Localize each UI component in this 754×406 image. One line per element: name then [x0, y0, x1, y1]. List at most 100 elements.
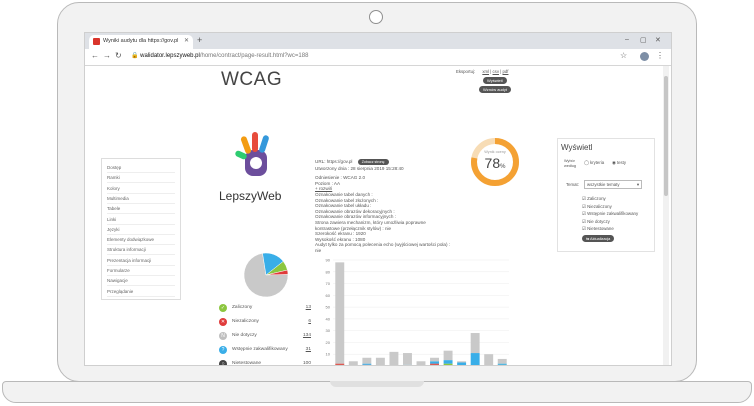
- menu-item[interactable]: Przeglądanie: [107, 287, 175, 297]
- menu-item[interactable]: Struktura informacji: [107, 245, 175, 256]
- score-label: Wynik oceny: [484, 150, 506, 154]
- legend-label: Wstępnie zakwalifikowany: [232, 347, 288, 352]
- export-bar: Eksportuj: xml | csv | pdf: [456, 69, 509, 74]
- menu-item[interactable]: Multimedia: [107, 194, 175, 204]
- status-checkbox[interactable]: ☑ Nietestowane: [582, 226, 638, 232]
- checkbox-label: Nie dotyczy: [587, 218, 610, 224]
- radio-tests-label: testy: [616, 160, 627, 165]
- chevron-down-icon: ▾: [636, 182, 639, 187]
- menu-item[interactable]: Języki: [107, 225, 175, 235]
- bar-segment: [430, 364, 440, 365]
- filter-panel: Wyświetl Wybór według ◯ kryteria ◉ testy…: [557, 138, 655, 252]
- export-pdf-link[interactable]: pdf: [502, 69, 508, 74]
- results-bar-chart: 0102030405060708090ObrazyRamkiKoloryMult…: [326, 258, 509, 365]
- criteria-menu: Dostęp Ramki Kolory Multimedia Tabele Linki Ję…: [101, 158, 181, 300]
- browser-tab[interactable]: Wyniki audytu dla https://gov.pl ✕: [89, 35, 193, 49]
- menu-kebab-icon[interactable]: ⋮: [656, 51, 664, 60]
- bar-segment: [402, 364, 412, 365]
- menu-item[interactable]: Elementy dodwiązkowe: [107, 235, 175, 246]
- legend-value[interactable]: 100: [303, 361, 311, 365]
- camera-icon: [369, 10, 383, 24]
- bar-segment: [457, 362, 467, 365]
- page-title: WCAG: [221, 69, 283, 90]
- info-line: Audyt tylko za pomocą polecenia echo (wy…: [315, 242, 451, 248]
- close-tab-icon[interactable]: ✕: [184, 37, 189, 44]
- status-checkbox[interactable]: ☑ Wstępnie zakwalifikowany: [582, 211, 638, 217]
- legend-row: ? Wstępnie zakwalifikowany 31: [219, 346, 311, 360]
- theme-select-value: wszystkie tematy: [587, 182, 620, 187]
- menu-item[interactable]: Dostęp: [107, 163, 175, 173]
- maximize-icon[interactable]: ▢: [640, 36, 647, 44]
- favicon-icon: [93, 38, 100, 45]
- bar-segment: [497, 363, 507, 365]
- y-tick-label: 50: [326, 305, 331, 310]
- score-gauge: Wynik oceny 78%: [469, 136, 521, 188]
- logo-text: LepszyWeb: [219, 189, 282, 203]
- theme-select[interactable]: wszystkie tematy ▾: [584, 180, 642, 189]
- menu-item[interactable]: Formularze: [107, 266, 175, 276]
- laptop-notch: [330, 381, 424, 387]
- audit-info: URL: https://gov.pl Zobacz stronę Utworz…: [315, 159, 450, 254]
- url-host: walidator.lepszyweb.pl: [140, 53, 200, 59]
- profile-avatar[interactable]: [640, 52, 649, 61]
- refresh-button[interactable]: ⇆ Aktualizacja: [582, 235, 615, 242]
- page-content: WCAG Eksportuj: xml | csv | pdf Wyświetl…: [85, 66, 671, 365]
- logo-hand-icon: [235, 132, 269, 176]
- menu-item[interactable]: Linki: [107, 215, 175, 225]
- score-value: 78%: [469, 155, 521, 171]
- theme-label: Temat:: [566, 182, 579, 187]
- forward-icon[interactable]: →: [103, 51, 111, 60]
- filter-title: Wyświetl: [561, 143, 593, 152]
- bar-segment: [335, 363, 345, 365]
- menu-item[interactable]: Tabele: [107, 204, 175, 215]
- tab-title: Wyniki audytu dla https://gov.pl: [103, 38, 179, 44]
- new-audit-button[interactable]: Wznów audyt: [479, 86, 512, 93]
- score-number: 78: [484, 155, 501, 171]
- back-icon[interactable]: ←: [91, 51, 99, 60]
- bar-segment: [362, 363, 372, 365]
- bar-segment: [457, 361, 467, 363]
- bar-segment: [348, 361, 358, 365]
- menu-item[interactable]: Ramki: [107, 173, 175, 184]
- bar-segment: [430, 357, 440, 362]
- close-window-icon[interactable]: ✕: [655, 36, 661, 44]
- y-tick-label: 90: [326, 258, 331, 263]
- view-page-badge[interactable]: Zobacz stronę: [357, 159, 389, 165]
- export-xml-link[interactable]: xml: [482, 69, 489, 74]
- minimize-icon[interactable]: –: [625, 36, 629, 43]
- url-field[interactable]: 🔒 walidator.lepszyweb.pl/home/contract/p…: [131, 52, 308, 59]
- legend-value[interactable]: 6: [308, 319, 311, 324]
- scrollbar-thumb[interactable]: [664, 76, 668, 196]
- menu-item[interactable]: Nawigacje: [107, 276, 175, 287]
- menu-item[interactable]: Prezentacja informacji: [107, 256, 175, 266]
- bar-segment: [484, 354, 494, 365]
- legend-row: ✕ Niezaliczony 6: [219, 318, 311, 332]
- bar-segment: [443, 363, 453, 365]
- vertical-scrollbar[interactable]: [663, 66, 669, 365]
- checkbox-label: Niezaliczony: [587, 203, 612, 209]
- export-csv-link[interactable]: csv: [493, 69, 499, 74]
- new-tab-icon[interactable]: +: [197, 35, 202, 45]
- bar-segment: [335, 364, 345, 365]
- legend-row: ✓ Zaliczony 13: [219, 304, 311, 318]
- bar-segment: [416, 361, 426, 365]
- menu-item[interactable]: Kolory: [107, 184, 175, 194]
- legend-value[interactable]: 13: [306, 305, 311, 310]
- results-button[interactable]: Wyświetl: [483, 77, 507, 84]
- reload-icon[interactable]: ↻: [115, 51, 122, 60]
- results-legend: ✓ Zaliczony 13 ✕ Niezaliczony 6 N Nie dotyczy 13…: [219, 304, 311, 365]
- legend-value[interactable]: 134: [303, 333, 311, 338]
- radio-criteria[interactable]: ◯ kryteria: [584, 160, 604, 166]
- legend-value[interactable]: 31: [306, 347, 311, 352]
- score-unit: %: [500, 164, 506, 170]
- bar-segment: [443, 360, 453, 364]
- bar-segment: [430, 361, 440, 364]
- radio-tests[interactable]: ◉ testy: [612, 160, 626, 166]
- status-checkbox[interactable]: ☑ Niezaliczony: [582, 204, 638, 210]
- refresh-label: Aktualizacja: [590, 237, 611, 241]
- y-tick-label: 20: [326, 340, 331, 345]
- status-checkbox[interactable]: ☑ Nie dotyczy: [582, 219, 638, 225]
- status-checkbox[interactable]: ☑ Zaliczony: [582, 196, 638, 202]
- checkbox-label: Zaliczony: [587, 196, 606, 201]
- bookmark-star-icon[interactable]: ☆: [620, 51, 627, 60]
